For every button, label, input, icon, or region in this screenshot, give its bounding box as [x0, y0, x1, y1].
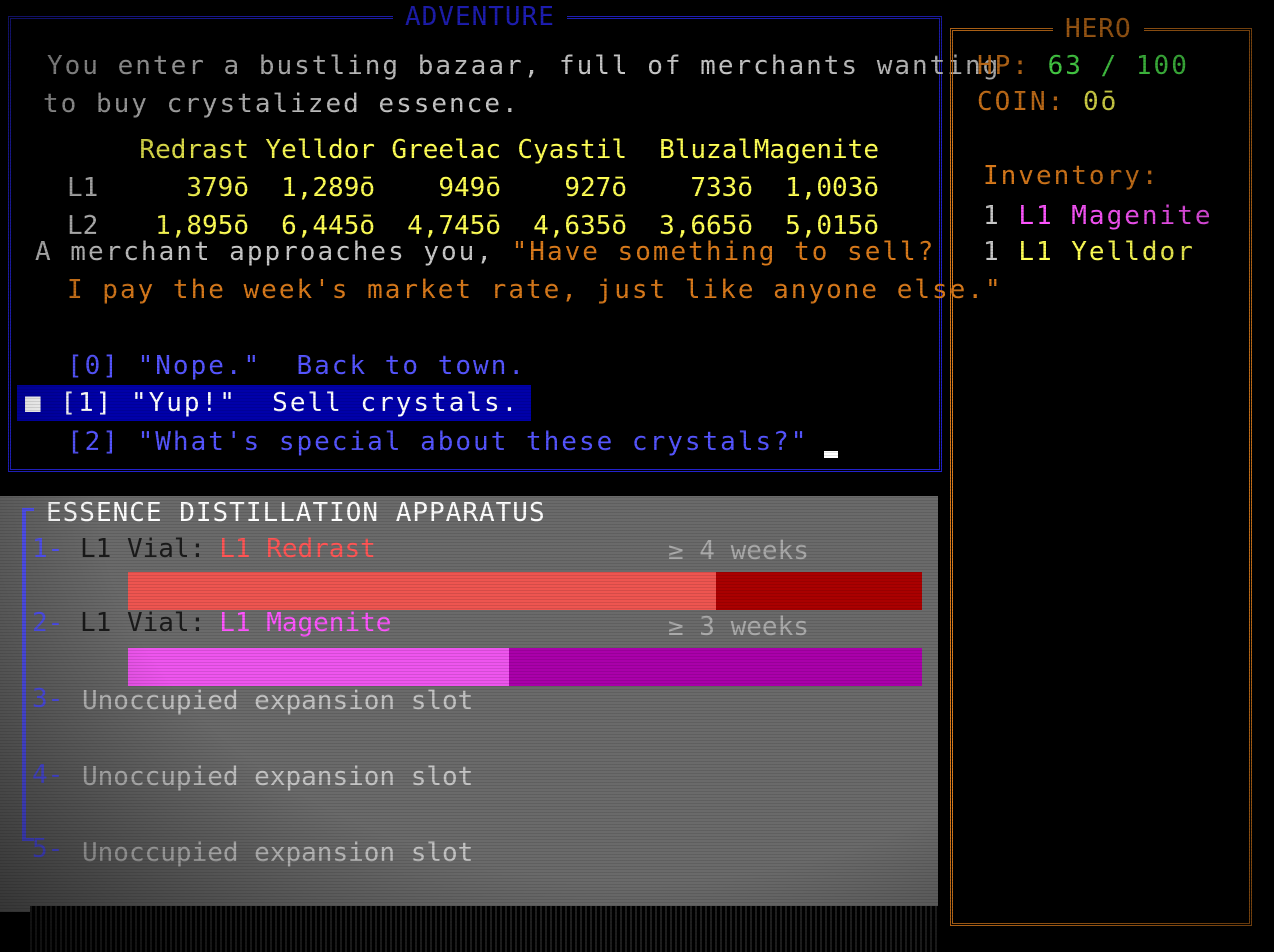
option-2[interactable]: [2] "What's special about these crystals…: [67, 427, 839, 458]
apparatus-panel: ESSENCE DISTILLATION APPARATUS 1- L1 Via…: [0, 496, 938, 912]
vial-label: L1 Vial:: [80, 534, 206, 564]
hp-value: 63 / 100: [1047, 51, 1189, 81]
crystal-header-cyastil: Cyastil: [517, 135, 627, 165]
merchant-quote-1: "Have something to sell?: [511, 237, 936, 267]
coin-value: 0ō: [1082, 87, 1119, 117]
price-cell: 949ō: [438, 173, 501, 203]
progress-fill: [128, 648, 510, 686]
slot-weeks: ≥ 4 weeks: [668, 536, 809, 566]
slot-number: 3-: [32, 684, 64, 714]
inventory-name: L1 Magenite: [1018, 201, 1213, 231]
distill-progress-bar: [128, 572, 922, 610]
hp-label: HP:: [977, 51, 1030, 81]
option-text: "Nope." Back to town.: [137, 351, 526, 381]
price-table: Redrast Yelldor Greelac Cyastil Bluzal M…: [67, 131, 879, 245]
adventure-title: ADVENTURE: [393, 2, 567, 32]
progress-fill: [128, 572, 716, 610]
slot-1-label: L1 Vial: L1 Redrast: [80, 534, 376, 564]
merchant-prefix: A merchant approaches you,: [35, 237, 512, 267]
apparatus-title: ESSENCE DISTILLATION APPARATUS: [46, 498, 546, 528]
adventure-panel: ADVENTURE You enter a bustling bazaar, f…: [8, 2, 1001, 472]
price-cell: 1,003ō: [785, 173, 879, 203]
empty-slot[interactable]: Unoccupied expansion slot: [82, 838, 473, 868]
intro-line-1: You enter a bustling bazaar, full of mer…: [47, 51, 1001, 81]
row-label: L1: [67, 173, 99, 203]
slot-2-label: L1 Vial: L1 Magenite: [80, 608, 391, 638]
inventory-name: L1 Yelldor: [1018, 237, 1195, 267]
price-cell: 379ō: [186, 173, 249, 203]
slot-number: 5-: [32, 834, 64, 864]
slot-weeks: ≥ 3 weeks: [668, 612, 809, 642]
text-cursor: [824, 451, 839, 458]
hero-title: HERO: [1053, 14, 1144, 44]
vial-label: L1 Vial:: [80, 608, 206, 638]
inventory-item[interactable]: 1 L1 Magenite: [983, 201, 1213, 231]
hero-panel: HERO HP: 63 / 100 COIN: 0ō Inventory: 1 …: [950, 14, 1252, 926]
inventory-qty: 1: [983, 201, 1001, 231]
inventory-qty: 1: [983, 237, 1001, 267]
merchant-quote-2: I pay the week's market rate, just like …: [67, 275, 1003, 305]
crt-floor-texture: [30, 906, 940, 952]
hp-stat: HP: 63 / 100: [977, 51, 1189, 81]
crystal-header-yelldor: Yelldor: [265, 135, 375, 165]
slot-number: 4-: [32, 760, 64, 790]
option-0[interactable]: [0] "Nope." Back to town.: [67, 351, 526, 381]
coin-label: COIN:: [977, 87, 1066, 117]
crystal-header-bluzal: Bluzal: [659, 135, 753, 165]
crystal-header-magenite: Magenite: [753, 135, 879, 165]
intro-line-2: to buy crystalized essence.: [43, 89, 520, 119]
slot-number: 1-: [32, 534, 64, 564]
merchant-line: A merchant approaches you, "Have somethi…: [35, 237, 935, 267]
price-cell: 927ō: [564, 173, 627, 203]
vial-crystal: L1 Redrast: [219, 534, 376, 564]
distill-progress-bar: [128, 648, 922, 686]
coin-stat: COIN: 0ō: [977, 87, 1118, 117]
option-1-selected[interactable]: ■ [1] "Yup!" Sell crystals.: [17, 385, 532, 421]
slot-number: 2-: [32, 608, 64, 638]
option-text: "What's special about these crystals?": [137, 427, 809, 457]
bracket-tick: [22, 508, 34, 511]
price-cell: 733ō: [690, 173, 753, 203]
inventory-item[interactable]: 1 L1 Yelldor: [983, 237, 1195, 267]
option-key: [0]: [67, 351, 120, 381]
option-text: "Yup!" Sell crystals.: [130, 388, 520, 418]
option-key: [2]: [67, 427, 120, 457]
inventory-label: Inventory:: [983, 161, 1160, 191]
empty-slot[interactable]: Unoccupied expansion slot: [82, 762, 473, 792]
price-row: L1 379ō 1,289ō 949ō 927ō 733ō 1,003ō: [67, 169, 879, 207]
vial-crystal: L1 Magenite: [219, 608, 392, 638]
price-cell: 1,289ō: [281, 173, 375, 203]
crystal-header-greelac: Greelac: [391, 135, 501, 165]
empty-slot[interactable]: Unoccupied expansion slot: [82, 686, 473, 716]
slot-bracket: [22, 508, 26, 838]
crystal-header-redrast: Redrast: [139, 135, 249, 165]
selection-marker-icon: ■: [25, 388, 61, 418]
option-key: [1]: [60, 388, 114, 418]
price-table-header: Redrast Yelldor Greelac Cyastil Bluzal M…: [67, 131, 879, 169]
